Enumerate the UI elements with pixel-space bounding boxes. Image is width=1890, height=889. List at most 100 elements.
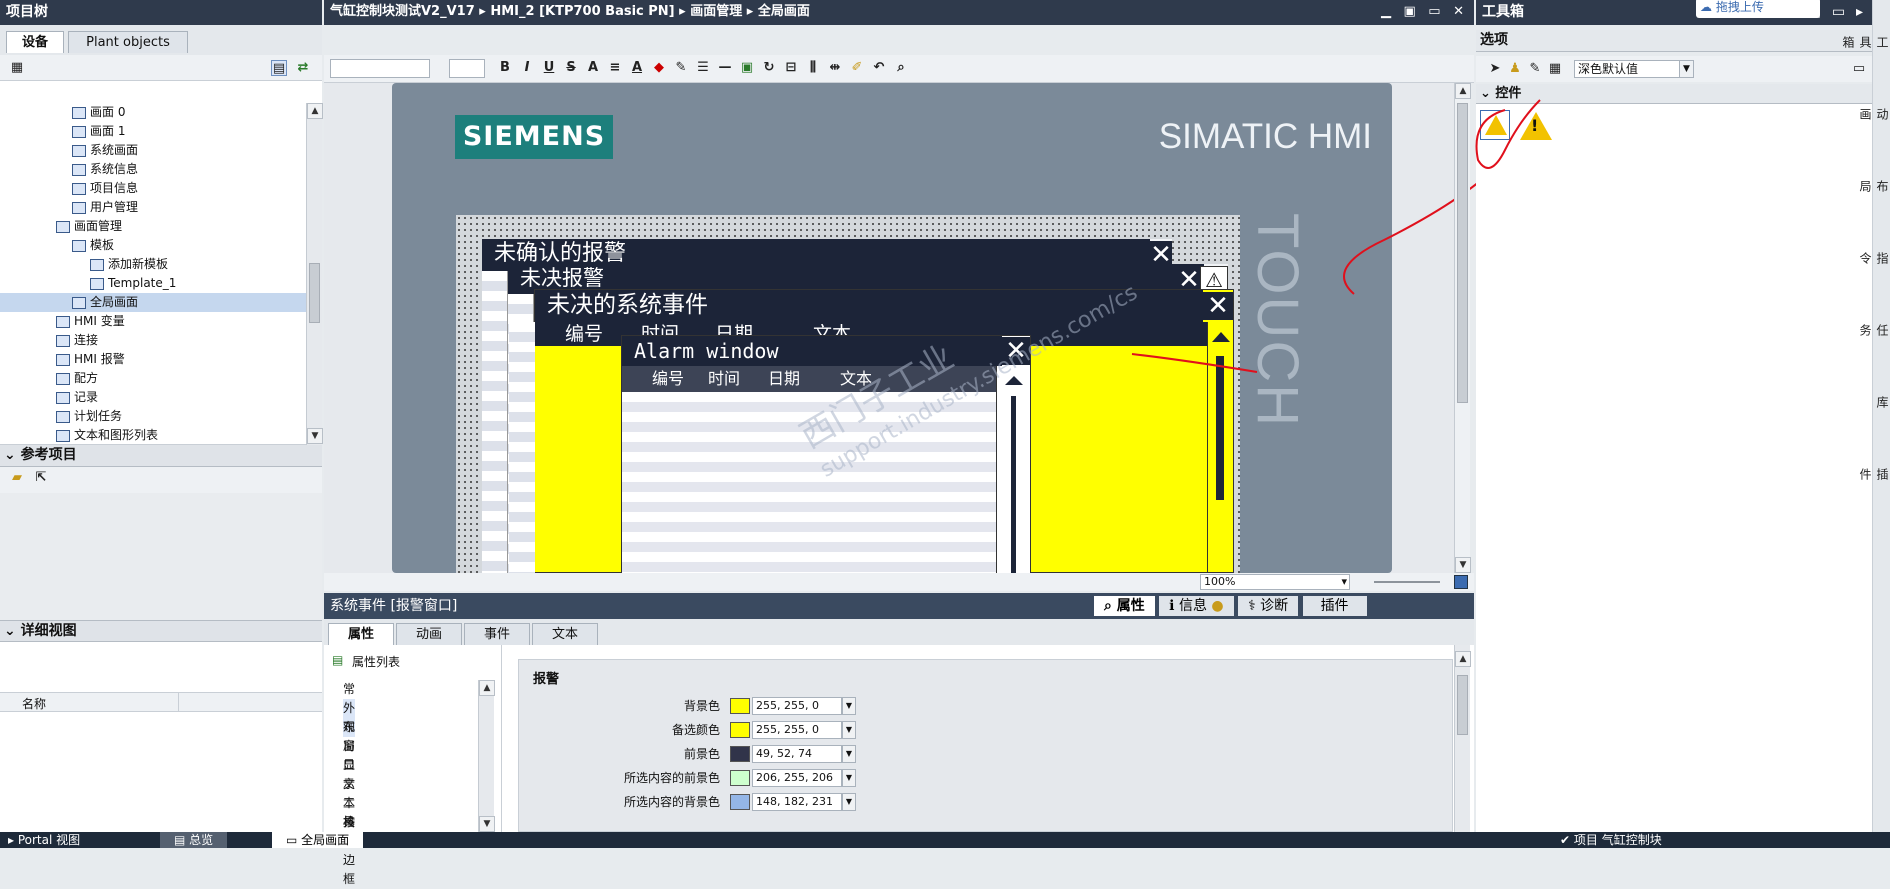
scroll-thumb[interactable] [1457,675,1468,735]
tree-item[interactable]: 全局画面 [0,293,310,312]
collapse-icon-2[interactable]: ⌄ [4,623,21,639]
chevron-down-icon[interactable]: ▼ [842,721,856,739]
color-value-input[interactable]: 49, 52, 74 [752,745,842,763]
tab-events[interactable]: 事件 [464,623,530,645]
tree-item-label: 项目信息 [90,181,139,195]
right-sidebar [1872,0,1890,832]
project-tree-body: 画面 0 画面 1 系统画面 系统信息项目信息用户管理 画面管理 模板 添加新模板 Templ… [0,81,323,445]
color-value-input[interactable]: 206, 255, 206 [752,769,842,787]
color-swatch[interactable] [730,698,750,714]
scroll-down-icon[interactable]: ▼ [479,816,495,832]
chevron-down-icon[interactable]: ▼ [842,745,856,763]
tab-properties[interactable]: 属性 [328,623,394,645]
chevron-down-icon[interactable]: ▼ [842,697,856,715]
color-swatch[interactable] [730,794,750,810]
tree-item-label: Template_1 [108,276,177,290]
color-swatch[interactable] [730,746,750,762]
detail-column-header: 名称 [0,692,322,712]
add-folder-icon[interactable]: ▰ [9,470,25,486]
color-property-row: 所选内容的前景色 206, 255, 206 ▼ [540,768,960,788]
scroll-thumb[interactable] [309,263,320,323]
col-name[interactable]: 名称 [22,695,46,712]
scroll-down-icon[interactable]: ▼ [307,428,323,444]
scroll-up-icon[interactable]: ▲ [307,103,323,119]
tab-plant-objects[interactable]: Plant objects [68,31,188,53]
refresh-icon[interactable]: ⇄ [295,60,311,76]
grid-icon[interactable]: ▦ [9,60,25,76]
chevron-down-icon[interactable]: ▼ [842,769,856,787]
options-header: 选项 [1476,30,1872,52]
table-icon[interactable]: ▦ [1547,61,1563,77]
style-select[interactable]: 深色默认值 ▼ [1574,60,1694,78]
zoom-select[interactable]: 100% ▾ [1200,574,1350,590]
upload-button[interactable]: ☁ 拖拽上传 [1696,0,1820,18]
side-tab[interactable]: 指令 [1858,252,1890,264]
property-list-scrollbar[interactable]: ▲ ▼ [478,680,495,832]
detail-header[interactable]: ⌄ 详细视图 [0,620,322,642]
tree-item[interactable]: HMI 变量 [0,312,310,331]
pointer-icon[interactable]: ➤ [1487,61,1503,77]
tree-item[interactable]: 添加新模板 [0,255,310,274]
tree-item[interactable]: HMI 报警 [0,350,310,369]
scroll-up-icon[interactable]: ▲ [479,680,495,696]
chevron-down-icon[interactable]: ▼ [842,793,856,811]
side-tab[interactable]: 动画 [1858,108,1890,120]
tree-item[interactable]: 计划任务 [0,407,310,426]
portal-view-button[interactable]: ▸ Portal 视图 [8,832,80,848]
layout-icon[interactable]: ▭ [1851,61,1867,77]
tree-item-label: 画面 0 [90,105,126,119]
tree-item[interactable]: 记录 [0,388,310,407]
side-tab[interactable]: 任务 [1858,324,1890,336]
user-icon[interactable]: ♟ [1507,61,1523,77]
fit-icon[interactable] [1454,575,1468,589]
screen-icon [72,144,86,157]
collapse-icon[interactable]: ⌄ [4,447,21,463]
tab-animation[interactable]: 动画 [396,623,462,645]
screen-icon [90,277,104,290]
tree-item[interactable]: 用户管理 [0,198,310,217]
color-swatch[interactable] [730,722,750,738]
tree-item[interactable]: Template_1 [0,274,310,293]
tab-info[interactable]: ℹ 信息 ● [1159,596,1234,616]
color-value-input[interactable]: 148, 182, 231 [752,793,842,811]
project-status[interactable]: ✔ 项目 气缸控制块 [1560,832,1662,848]
tab-properties-main[interactable]: ⌕ 属性 [1094,596,1155,616]
tree-item[interactable]: 系统信息 [0,160,310,179]
tab-diagnostics[interactable]: ⚕ 诊断 [1238,596,1299,616]
panel-controls[interactable]: ▣ ▭ ▸ [1808,0,1866,24]
properties-scrollbar[interactable]: ▲ [1454,645,1471,832]
zoom-slider[interactable] [1374,581,1440,583]
screen-icon [56,372,70,385]
tree-item[interactable]: 配方 [0,369,310,388]
tree-item[interactable]: 画面 0 [0,103,310,122]
tab-devices[interactable]: 设备 [6,31,64,53]
side-tab[interactable]: 插件 [1858,468,1890,480]
tree-item[interactable]: 画面管理 [0,217,310,236]
property-item[interactable]: 按钮边框 [343,813,355,889]
scroll-up-icon[interactable]: ▲ [1455,651,1471,667]
edit-icon[interactable]: ✎ [1527,61,1543,77]
tab-texts[interactable]: 文本 [532,623,598,645]
tree-item[interactable]: 模板 [0,236,310,255]
tree-item[interactable]: 连接 [0,331,310,350]
import-icon[interactable]: ⇱ [33,470,49,486]
tree-scrollbar[interactable]: ▲ ▼ [306,103,323,445]
color-value-input[interactable]: 255, 255, 0 [752,697,842,715]
global-screen-button[interactable]: ▭ 全局画面 [272,832,364,848]
reference-header[interactable]: ⌄ 参考项目 [0,445,322,467]
tree-item[interactable]: 项目信息 [0,179,310,198]
overview-button[interactable]: ▤ 总览 [160,832,228,848]
project-tree-header: 项目树 [0,0,322,25]
side-tab[interactable]: 库 [1873,396,1890,408]
color-value-input[interactable]: 255, 255, 0 [752,721,842,739]
scroll-down-icon[interactable]: ▼ [1455,557,1471,573]
tree-item[interactable]: 画面 1 [0,122,310,141]
side-tab[interactable]: 工具箱 [1841,36,1890,48]
tree-item[interactable]: 文本和图形列表 [0,426,310,445]
table-view-icon[interactable]: ▤ [271,60,287,76]
color-swatch[interactable] [730,770,750,786]
tab-plugins[interactable]: 插件 [1302,596,1367,616]
side-tab[interactable]: 布局 [1858,180,1890,192]
tree-item[interactable]: 系统画面 [0,141,310,160]
inspector-right-tabs: ⌕ 属性 ℹ 信息 ● ⚕ 诊断 插件 [1094,596,1367,616]
